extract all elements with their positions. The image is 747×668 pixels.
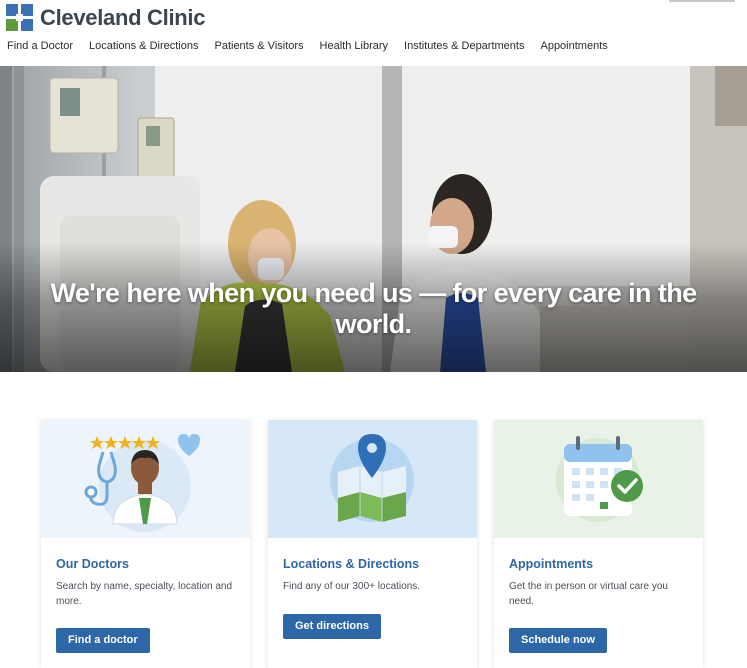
find-a-doctor-button[interactable]: Find a doctor bbox=[56, 628, 150, 653]
card-description: Find any of our 300+ locations. bbox=[283, 581, 421, 592]
schedule-now-button[interactable]: Schedule now bbox=[509, 628, 607, 653]
card-our-doctors: Our Doctors Search by name, specialty, l… bbox=[41, 420, 250, 668]
doctor-illustration-icon bbox=[41, 420, 250, 538]
card-title: Our Doctors bbox=[56, 557, 129, 571]
map-pin-illustration-icon bbox=[268, 420, 477, 538]
card-description: Search by name, specialty, location and … bbox=[56, 581, 233, 607]
nav-find-a-doctor[interactable]: Find a Doctor bbox=[7, 40, 73, 56]
calendar-check-illustration-icon bbox=[494, 420, 703, 538]
quick-links: Our Doctors Search by name, specialty, l… bbox=[41, 420, 703, 668]
hero-heading: We're here when you need us — for every … bbox=[50, 278, 697, 339]
card-appointments: Appointments Get the in person or virtua… bbox=[494, 420, 703, 668]
nav-appointments[interactable]: Appointments bbox=[540, 40, 607, 56]
brand-name: Cleveland Clinic bbox=[40, 4, 206, 30]
card-title: Appointments bbox=[509, 557, 594, 571]
main-nav: Find a Doctor Locations & Directions Pat… bbox=[0, 40, 617, 56]
site-header: Cleveland Clinic Find a Doctor Locations… bbox=[0, 0, 747, 66]
get-directions-button[interactable]: Get directions bbox=[283, 614, 381, 639]
top-right-divider bbox=[669, 0, 735, 2]
nav-institutes-departments[interactable]: Institutes & Departments bbox=[404, 40, 524, 56]
nav-locations-directions[interactable]: Locations & Directions bbox=[89, 40, 198, 56]
card-locations-directions: Locations & Directions Find any of our 3… bbox=[268, 420, 477, 668]
nav-patients-visitors[interactable]: Patients & Visitors bbox=[214, 40, 303, 56]
card-description: Get the in person or virtual care you ne… bbox=[509, 581, 668, 607]
cleveland-clinic-logo-icon bbox=[6, 4, 33, 31]
hero-banner: We're here when you need us — for every … bbox=[0, 66, 747, 372]
brand-logo[interactable]: Cleveland Clinic bbox=[6, 4, 205, 31]
nav-health-library[interactable]: Health Library bbox=[320, 40, 388, 56]
card-title: Locations & Directions bbox=[283, 557, 420, 571]
